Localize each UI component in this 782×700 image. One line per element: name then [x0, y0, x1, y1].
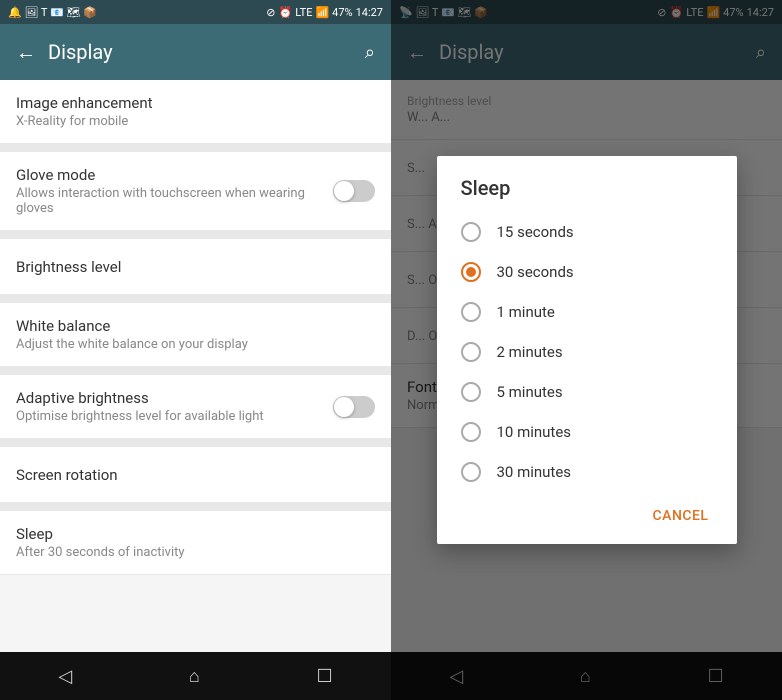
left-status-icons: 🔔 🖼 T 📧 🗺 📦	[8, 6, 97, 19]
glove-mode-item[interactable]: Glove mode Allows interaction with touch…	[0, 152, 391, 231]
adaptive-brightness-text: Adaptive brightness Optimise brightness …	[16, 389, 333, 424]
divider-1	[0, 144, 391, 152]
sleep-dialog: Sleep 15 seconds 30 seconds 1 minute 2 m…	[437, 156, 737, 544]
sleep-text: Sleep After 30 seconds of inactivity	[16, 525, 375, 560]
clock-icon: ⏰	[279, 6, 293, 19]
radio-30-minutes[interactable]: 30 minutes	[437, 452, 737, 492]
radio-15-seconds[interactable]: 15 seconds	[437, 212, 737, 252]
image-enhancement-title: Image enhancement	[16, 94, 375, 112]
radio-circle-30	[461, 262, 481, 282]
brightness-level-item[interactable]: Brightness level	[0, 239, 391, 295]
screen-rotation-item[interactable]: Screen rotation	[0, 447, 391, 503]
divider-6	[0, 503, 391, 511]
radio-circle-15	[461, 222, 481, 242]
radio-circle-10m	[461, 422, 481, 442]
divider-4	[0, 367, 391, 375]
radio-2-minutes[interactable]: 2 minutes	[437, 332, 737, 372]
dialog-title: Sleep	[437, 156, 737, 212]
radio-label-5m: 5 minutes	[497, 383, 563, 401]
radio-circle-5m	[461, 382, 481, 402]
glove-mode-text: Glove mode Allows interaction with touch…	[16, 166, 333, 216]
image-enhancement-item[interactable]: Image enhancement X-Reality for mobile	[0, 80, 391, 144]
white-balance-subtitle: Adjust the white balance on your display	[16, 337, 375, 352]
adaptive-brightness-item[interactable]: Adaptive brightness Optimise brightness …	[0, 375, 391, 439]
left-time: 14:27	[356, 6, 383, 19]
adaptive-brightness-title: Adaptive brightness	[16, 389, 333, 407]
radio-label-30m: 30 minutes	[497, 463, 572, 481]
radio-circle-2m	[461, 342, 481, 362]
left-toolbar-title: Display	[48, 40, 353, 64]
left-status-bar: 🔔 🖼 T 📧 🗺 📦 ⊘ ⏰ LTE 📶 47% 14:27	[0, 0, 391, 24]
signal-icon: 📶	[315, 6, 329, 19]
white-balance-text: White balance Adjust the white balance o…	[16, 317, 375, 352]
image-enhancement-text: Image enhancement X-Reality for mobile	[16, 94, 375, 129]
divider-5	[0, 439, 391, 447]
left-home-nav[interactable]: ⌂	[165, 658, 224, 695]
radio-label-30: 30 seconds	[497, 263, 574, 281]
left-settings-list: Image enhancement X-Reality for mobile G…	[0, 80, 391, 652]
radio-label-1m: 1 minute	[497, 303, 555, 321]
screen-rotation-text: Screen rotation	[16, 466, 375, 484]
dialog-overlay: Sleep 15 seconds 30 seconds 1 minute 2 m…	[391, 0, 782, 700]
sleep-subtitle: After 30 seconds of inactivity	[16, 545, 375, 560]
sleep-title: Sleep	[16, 525, 375, 543]
battery-icon: 47%	[332, 6, 352, 19]
screen-rotation-title: Screen rotation	[16, 466, 375, 484]
divider-2	[0, 231, 391, 239]
radio-circle-30m	[461, 462, 481, 482]
radio-circle-1m	[461, 302, 481, 322]
glove-mode-title: Glove mode	[16, 166, 333, 184]
radio-30-seconds[interactable]: 30 seconds	[437, 252, 737, 292]
brightness-level-text: Brightness level	[16, 258, 375, 276]
glove-mode-toggle[interactable]	[333, 180, 375, 202]
white-balance-title: White balance	[16, 317, 375, 335]
left-panel: 🔔 🖼 T 📧 🗺 📦 ⊘ ⏰ LTE 📶 47% 14:27 ← Displa…	[0, 0, 391, 700]
left-toolbar: ← Display ⌕	[0, 24, 391, 80]
left-nav-bar: ◁ ⌂ ☐	[0, 652, 391, 700]
radio-label-2m: 2 minutes	[497, 343, 563, 361]
left-search-button[interactable]: ⌕	[365, 42, 375, 63]
radio-label-10m: 10 minutes	[497, 423, 572, 441]
white-balance-item[interactable]: White balance Adjust the white balance o…	[0, 303, 391, 367]
left-back-nav[interactable]: ◁	[34, 658, 96, 695]
radio-5-minutes[interactable]: 5 minutes	[437, 372, 737, 412]
dialog-actions: CANCEL	[437, 492, 737, 544]
left-recents-nav[interactable]: ☐	[292, 658, 356, 695]
radio-1-minute[interactable]: 1 minute	[437, 292, 737, 332]
image-enhancement-subtitle: X-Reality for mobile	[16, 114, 375, 129]
brightness-level-title: Brightness level	[16, 258, 375, 276]
no-sim-icon: ⊘	[266, 6, 275, 19]
adaptive-brightness-subtitle: Optimise brightness level for available …	[16, 409, 333, 424]
glove-mode-subtitle: Allows interaction with touchscreen when…	[16, 186, 333, 216]
left-back-button[interactable]: ←	[16, 40, 36, 65]
left-system-icons: ⊘ ⏰ LTE 📶 47% 14:27	[266, 6, 383, 19]
radio-label-15: 15 seconds	[497, 223, 574, 241]
divider-3	[0, 295, 391, 303]
radio-10-minutes[interactable]: 10 minutes	[437, 412, 737, 452]
right-panel: 📡 🖼 T 📧 🗺 📦 ⊘ ⏰ LTE 📶 47% 14:27 ← Displa…	[391, 0, 782, 700]
lte-icon: LTE	[295, 6, 312, 19]
adaptive-brightness-toggle[interactable]	[333, 396, 375, 418]
sleep-item[interactable]: Sleep After 30 seconds of inactivity	[0, 511, 391, 575]
cancel-button[interactable]: CANCEL	[641, 500, 721, 532]
notification-icons: 🔔 🖼 T 📧 🗺 📦	[8, 6, 97, 19]
